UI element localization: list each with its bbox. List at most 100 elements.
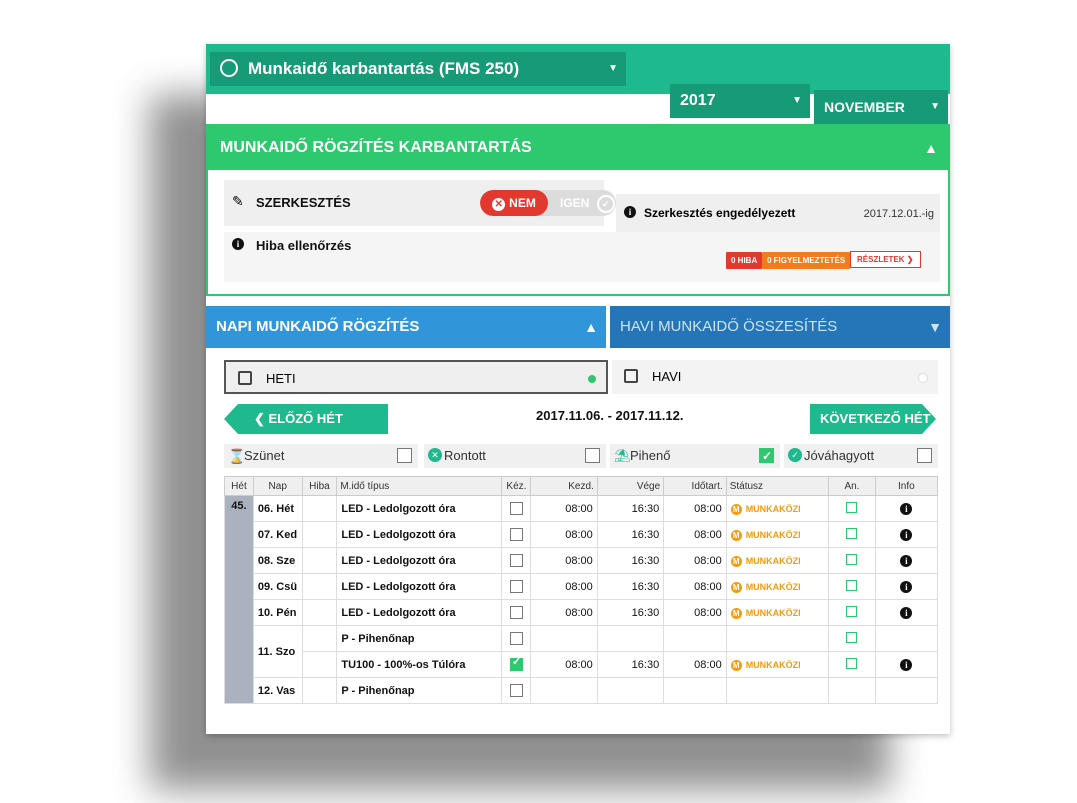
- start-cell[interactable]: 08:00: [530, 547, 598, 574]
- manual-checkbox[interactable]: [509, 632, 523, 645]
- status-cell: M MUNKAKÖZI: [725, 651, 830, 678]
- col-error[interactable]: Hiba: [301, 476, 338, 496]
- start-cell[interactable]: 08:00: [530, 495, 598, 522]
- col-status[interactable]: Státusz: [725, 476, 830, 496]
- approve-cell: [828, 651, 876, 678]
- chevron-down-icon: ▼: [792, 95, 802, 106]
- app-panel: Munkaidő karbantartás (FMS 250) ▼ 2017 ▼…: [206, 44, 950, 734]
- worktime-table: Hét Nap Hiba M.idő típus Kéz. Kezd. Vége…: [224, 476, 939, 704]
- info-icon[interactable]: i: [900, 502, 913, 515]
- info-icon[interactable]: i: [900, 528, 913, 541]
- status-label: MUNKAKÖZI: [745, 555, 801, 566]
- manual-checkbox[interactable]: [509, 655, 523, 671]
- legend-approved: ✓ Jóváhagyott: [784, 444, 938, 468]
- end-cell[interactable]: 16:30: [596, 521, 665, 548]
- year-select[interactable]: 2017 ▼: [670, 84, 810, 118]
- info-icon[interactable]: i: [900, 606, 913, 619]
- edit-icon[interactable]: [846, 501, 858, 513]
- radio-unselected-indicator: [918, 373, 928, 383]
- col-approve[interactable]: An.: [828, 476, 876, 496]
- approved-checkbox[interactable]: [917, 448, 932, 463]
- break-checkbox[interactable]: [397, 448, 412, 463]
- manual-checkbox[interactable]: [509, 606, 523, 619]
- month-select[interactable]: NOVEMBER ▼: [814, 90, 948, 124]
- edit-icon[interactable]: [846, 605, 858, 617]
- rest-checkbox[interactable]: [759, 444, 774, 468]
- edit-icon[interactable]: [846, 527, 858, 539]
- start-cell[interactable]: 08:00: [530, 521, 598, 548]
- info-icon[interactable]: i: [900, 658, 913, 671]
- table-row[interactable]: 11. Szo P - Pihenőnap: [225, 625, 939, 678]
- col-end[interactable]: Vége: [596, 476, 665, 496]
- col-type[interactable]: M.idő típus: [336, 476, 503, 496]
- spoiled-checkbox[interactable]: [585, 448, 600, 463]
- start-cell[interactable]: [530, 625, 598, 652]
- view-monthly-option[interactable]: HAVI: [612, 360, 938, 394]
- next-week-button[interactable]: KÖVETKEZŐ HÉT ❯: [810, 404, 936, 434]
- start-cell[interactable]: 08:00: [530, 573, 598, 600]
- end-cell[interactable]: 16:30: [596, 599, 665, 626]
- tab-daily-label: NAPI MUNKAIDŐ RÖGZÍTÉS: [216, 318, 420, 335]
- duration-cell: [663, 677, 727, 704]
- tab-daily[interactable]: NAPI MUNKAIDŐ RÖGZÍTÉS ▲: [206, 306, 606, 348]
- col-manual[interactable]: Kéz.: [501, 476, 532, 496]
- table-row[interactable]: TU100 - 100%-os Túlóra 08:00 16:30 08:00…: [225, 651, 939, 678]
- col-day[interactable]: Nap: [252, 476, 303, 496]
- col-duration[interactable]: Időtart.: [663, 476, 727, 496]
- info-icon: i: [624, 206, 636, 218]
- end-cell[interactable]: [596, 625, 665, 652]
- type-cell[interactable]: LED - Ledolgozott óra: [336, 599, 503, 626]
- end-cell[interactable]: [596, 677, 665, 704]
- edit-icon[interactable]: [846, 579, 858, 591]
- edit-toggle[interactable]: ✕ NEM IGEN ✓: [480, 190, 616, 216]
- table-row[interactable]: 10. Pén LED - Ledolgozott óra 08:00 16:3…: [225, 599, 939, 626]
- module-select[interactable]: Munkaidő karbantartás (FMS 250) ▼: [210, 52, 626, 86]
- start-cell[interactable]: 08:00: [530, 651, 598, 678]
- col-start[interactable]: Kezd.: [530, 476, 598, 496]
- table-row[interactable]: 09. Csü LED - Ledolgozott óra 08:00 16:3…: [225, 573, 939, 600]
- table-row[interactable]: 08. Sze LED - Ledolgozott óra 08:00 16:3…: [225, 547, 939, 574]
- end-cell[interactable]: 16:30: [596, 573, 665, 600]
- year-select-label: 2017: [680, 92, 716, 109]
- type-cell[interactable]: LED - Ledolgozott óra: [336, 521, 503, 548]
- manual-checkbox[interactable]: [509, 528, 523, 541]
- status-label: MUNKAKÖZI: [745, 607, 801, 618]
- type-cell[interactable]: LED - Ledolgozott óra: [336, 573, 503, 600]
- manual-checkbox[interactable]: [509, 684, 523, 697]
- type-cell[interactable]: TU100 - 100%-os Túlóra: [336, 651, 503, 678]
- approve-cell: [828, 677, 876, 704]
- edit-icon[interactable]: [846, 657, 858, 669]
- maintenance-header[interactable]: MUNKAIDŐ RÖGZÍTÉS KARBANTARTÁS ▲: [208, 126, 948, 170]
- table-row[interactable]: 45. 06. Hét LED - Ledolgozott óra 08:00 …: [224, 495, 939, 704]
- info-icon[interactable]: i: [900, 554, 913, 567]
- col-info[interactable]: Info: [874, 476, 939, 496]
- end-cell[interactable]: 16:30: [596, 651, 665, 678]
- view-weekly-option[interactable]: HETI: [224, 360, 608, 394]
- details-button[interactable]: RÉSZLETEK ❯: [850, 251, 921, 268]
- manual-checkbox[interactable]: [509, 554, 523, 567]
- edit-icon[interactable]: [846, 631, 858, 643]
- table-row[interactable]: 12. Vas P - Pihenőnap: [225, 677, 939, 704]
- type-cell[interactable]: P - Pihenőnap: [336, 677, 503, 704]
- chevron-up-icon[interactable]: ▲: [924, 126, 938, 170]
- status-badge: M MUNKAKÖZI: [730, 503, 801, 515]
- status-m-icon: M: [730, 581, 742, 593]
- toggle-no[interactable]: ✕ NEM: [480, 190, 548, 216]
- edit-icon[interactable]: [846, 553, 858, 565]
- prev-week-button[interactable]: ❮ ELŐZŐ HÉT: [224, 404, 388, 434]
- manual-checkbox[interactable]: [509, 502, 523, 515]
- table-row[interactable]: 07. Ked LED - Ledolgozott óra 08:00 16:3…: [225, 521, 939, 548]
- type-cell[interactable]: LED - Ledolgozott óra: [336, 547, 503, 574]
- info-icon[interactable]: i: [900, 580, 913, 593]
- type-cell[interactable]: LED - Ledolgozott óra: [336, 495, 503, 522]
- manual-checkbox[interactable]: [509, 580, 523, 593]
- type-cell[interactable]: P - Pihenőnap: [336, 625, 503, 652]
- end-cell[interactable]: 16:30: [596, 547, 665, 574]
- legend-break-label: Szünet: [244, 448, 285, 463]
- tab-monthly[interactable]: HAVI MUNKAIDŐ ÖSSZESÍTÉS ▼: [610, 306, 950, 348]
- start-cell[interactable]: 08:00: [530, 599, 598, 626]
- col-week[interactable]: Hét: [224, 476, 254, 496]
- end-cell[interactable]: 16:30: [596, 495, 665, 522]
- toggle-yes[interactable]: IGEN ✓: [552, 190, 616, 216]
- start-cell[interactable]: [530, 677, 598, 704]
